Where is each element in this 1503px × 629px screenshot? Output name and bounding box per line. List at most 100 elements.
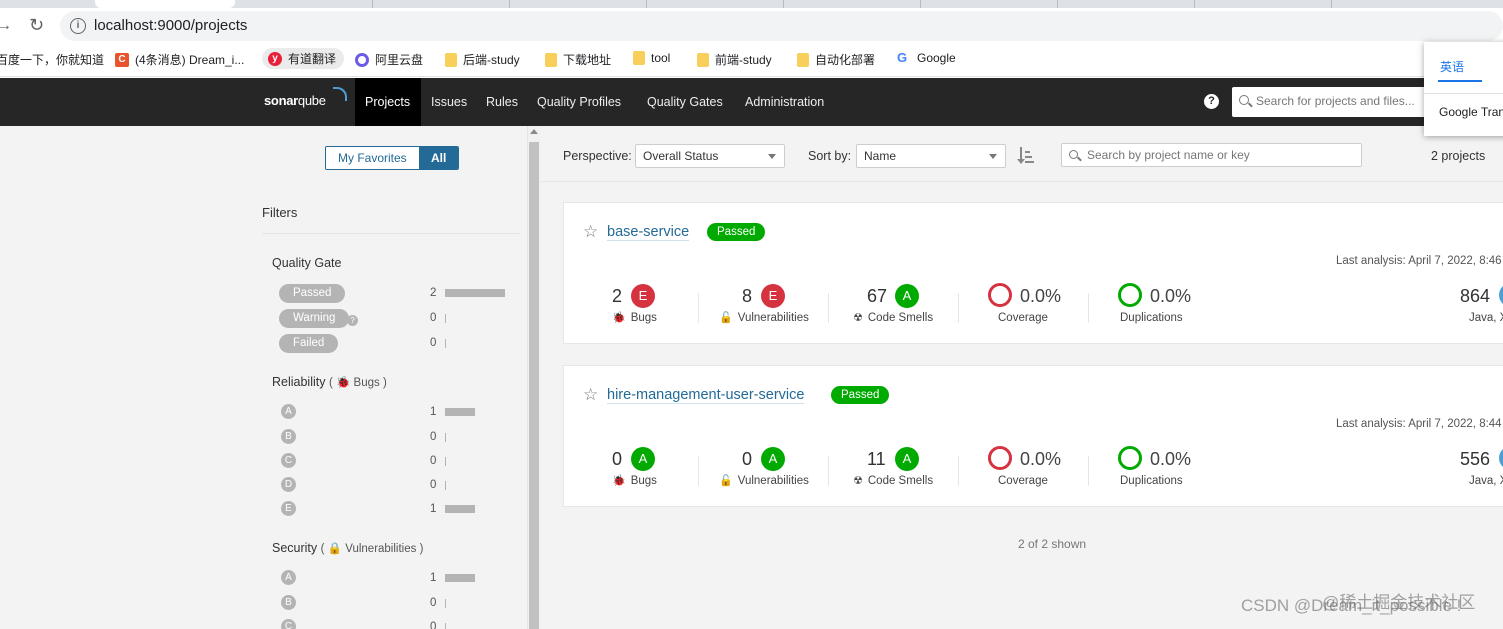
coverage-value[interactable]: 0.0% <box>1020 286 1061 307</box>
scrollbar-thumb[interactable] <box>529 142 539 629</box>
code-smells-rating[interactable]: A <box>895 284 919 308</box>
back-arrow-icon[interactable]: → <box>0 17 12 35</box>
nav-quality-gates[interactable]: Quality Gates <box>647 78 723 126</box>
project-search-input[interactable] <box>1087 148 1357 162</box>
active-tab[interactable] <box>95 0 235 8</box>
coverage-ring-icon <box>988 446 1012 470</box>
all-button[interactable]: All <box>419 147 458 169</box>
bookmark-folder-tool[interactable]: tool <box>633 51 670 65</box>
bookmark-csdn[interactable]: C (4条消息) Dream_i... <box>115 51 244 68</box>
divider <box>828 456 829 486</box>
languages-label: Java, X <box>1469 475 1503 487</box>
omnibox[interactable]: i localhost:9000/projects <box>60 11 1503 41</box>
lock-icon: 🔓 <box>719 475 733 487</box>
vulnerabilities-value[interactable]: 8 <box>742 286 752 307</box>
browser-tabstrip <box>0 0 1503 8</box>
tab-separator <box>646 0 647 8</box>
bookmark-label: (4条消息) Dream_i... <box>135 53 245 67</box>
bookmark-aliyun[interactable]: 阿里云盘 <box>355 51 423 68</box>
rating-filter-d[interactable]: D <box>281 477 296 492</box>
project-name-link[interactable]: base-service <box>607 224 690 241</box>
nav-projects[interactable]: Projects <box>355 78 421 126</box>
coverage-value[interactable]: 0.0% <box>1020 449 1061 470</box>
facet-sub: ( 🔒 Vulnerabilities ) <box>320 543 424 555</box>
code-smells-label: ☢ Code Smells <box>853 311 933 324</box>
code-smells-rating[interactable]: A <box>895 447 919 471</box>
project-search[interactable] <box>1061 143 1362 167</box>
facet-bar <box>445 574 475 582</box>
rating-filter-a[interactable]: A <box>281 404 296 419</box>
divider <box>958 456 959 486</box>
project-name-link[interactable]: hire-management-user-service <box>607 387 805 404</box>
quality-gate-facet-title[interactable]: Quality Gate <box>272 256 341 270</box>
bookmark-folder-frontend[interactable]: 前端-study <box>697 51 772 68</box>
tab-separator <box>1057 0 1058 8</box>
bugs-rating[interactable]: E <box>631 284 655 308</box>
rating-filter-b[interactable]: B <box>281 429 296 444</box>
folder-icon <box>797 52 809 67</box>
nav-rules[interactable]: Rules <box>486 78 518 126</box>
lines-of-code-value[interactable]: 556 <box>1460 449 1490 470</box>
sort-select[interactable]: Name <box>856 144 1006 168</box>
rating-filter-c[interactable]: C <box>281 453 296 468</box>
filter-failed[interactable]: Failed <box>279 334 339 353</box>
projects-count: 2 projects <box>1431 149 1486 163</box>
security-facet-title[interactable]: Security ( 🔒 Vulnerabilities ) <box>272 541 423 555</box>
url-text[interactable]: localhost:9000/projects <box>94 17 247 34</box>
rating-filter-a[interactable]: A <box>281 570 296 585</box>
rating-filter-b[interactable]: B <box>281 595 296 610</box>
bookmark-baidu[interactable]: 百度一下，你就知道 <box>0 51 104 68</box>
sort-direction-icon[interactable] <box>1017 147 1034 165</box>
duplications-value[interactable]: 0.0% <box>1150 286 1191 307</box>
bookmark-google[interactable]: G Google <box>897 51 956 66</box>
reload-icon[interactable]: ↻ <box>29 15 44 36</box>
lines-of-code-value[interactable]: 864 <box>1460 286 1490 307</box>
tab-separator <box>920 0 921 8</box>
vulnerabilities-rating[interactable]: E <box>761 284 785 308</box>
facet-bar <box>445 505 475 513</box>
sort-label: Sort by: <box>808 149 852 163</box>
quality-gate-badge: Passed <box>831 386 890 404</box>
star-icon[interactable]: ☆ <box>583 223 599 240</box>
reliability-facet-title[interactable]: Reliability ( 🐞 Bugs ) <box>272 375 387 389</box>
bugs-value[interactable]: 0 <box>612 449 622 470</box>
star-icon[interactable]: ☆ <box>583 386 599 403</box>
duplications-value[interactable]: 0.0% <box>1150 449 1191 470</box>
nav-issues[interactable]: Issues <box>431 78 467 126</box>
my-favorites-button[interactable]: My Favorites <box>326 147 419 169</box>
bookmark-folder-downloads[interactable]: 下载地址 <box>545 51 611 68</box>
vulnerabilities-rating[interactable]: A <box>761 447 785 471</box>
rating-filter-c[interactable]: C <box>281 619 296 629</box>
nav-quality-profiles[interactable]: Quality Profiles <box>537 78 621 126</box>
facet-bar <box>445 433 446 442</box>
facet-count: 0 <box>430 621 437 629</box>
vulnerabilities-value[interactable]: 0 <box>742 449 752 470</box>
bookmark-folder-deploy[interactable]: 自动化部署 <box>797 51 875 68</box>
bookmark-label: 后端-study <box>463 53 520 67</box>
perspective-select[interactable]: Overall Status <box>635 144 785 168</box>
translate-language-tab[interactable]: 英语 <box>1440 58 1464 75</box>
rating-filter-e[interactable]: E <box>281 501 296 516</box>
bookmark-folder-backend[interactable]: 后端-study <box>445 51 520 68</box>
scroll-up-arrow-icon[interactable] <box>530 129 538 134</box>
code-smells-value[interactable]: 67 <box>867 286 887 307</box>
code-smells-value[interactable]: 11 <box>867 449 886 470</box>
facet-sub: ( 🐞 Bugs ) <box>328 377 387 389</box>
facet-bar <box>445 289 505 297</box>
metric-label-text: Code Smells <box>867 475 934 487</box>
help-icon[interactable]: ? <box>1204 94 1219 109</box>
caret-down-icon <box>768 154 776 159</box>
tab-separator <box>1194 0 1195 8</box>
help-icon[interactable]: ? <box>347 315 358 326</box>
bookmark-youdao[interactable]: y 有道翻译 <box>262 48 345 69</box>
filter-warning[interactable]: Warning <box>279 309 350 328</box>
coverage-label: Coverage <box>998 312 1048 324</box>
site-info-icon[interactable]: i <box>70 18 86 34</box>
bugs-rating[interactable]: A <box>631 447 655 471</box>
facet-count: 0 <box>430 455 437 467</box>
sonarqube-logo[interactable]: sonarqube <box>264 87 347 108</box>
nav-administration[interactable]: Administration <box>745 78 824 126</box>
bugs-value[interactable]: 2 <box>612 286 622 307</box>
bookmark-label: 下载地址 <box>563 53 612 67</box>
filter-passed[interactable]: Passed <box>279 284 346 303</box>
